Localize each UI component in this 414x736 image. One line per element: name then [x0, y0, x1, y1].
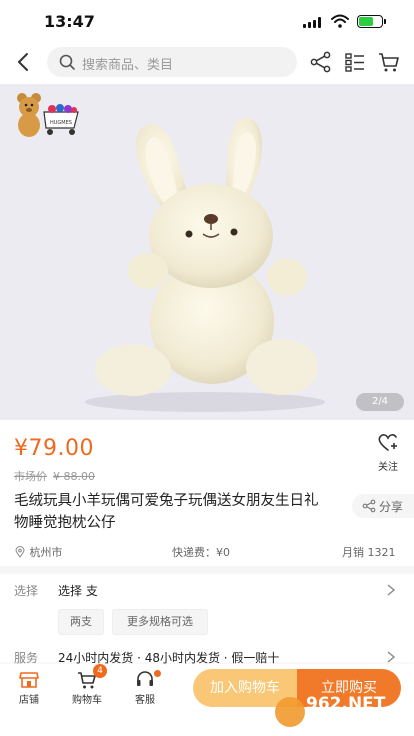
store-icon: [19, 672, 39, 688]
customer-service-label: 客服: [135, 695, 155, 706]
monthly-sales: 月销 1321: [342, 546, 396, 559]
search-icon: [59, 54, 75, 70]
product-price: ¥79.00: [14, 436, 94, 461]
battery-icon: [357, 15, 386, 28]
chevron-right-icon[interactable]: [386, 650, 396, 664]
section-divider: [0, 566, 414, 574]
location-text: 杭州市: [29, 546, 63, 559]
location-pin-icon: [15, 546, 25, 558]
wifi-icon: [331, 14, 349, 28]
notification-dot: [154, 670, 161, 677]
chevron-right-icon[interactable]: [386, 583, 396, 597]
follow-label: 关注: [378, 462, 398, 473]
status-bar: 13:47: [0, 0, 414, 42]
original-price: 市场价 ¥ 88.00: [14, 468, 95, 484]
search-input[interactable]: 搜索商品、类目: [47, 47, 297, 77]
headset-icon: [137, 671, 153, 686]
back-arrow-icon[interactable]: [10, 48, 38, 76]
cart-icon[interactable]: [376, 49, 402, 75]
original-price-label: 市场价: [14, 470, 47, 483]
follow-button[interactable]: 关注: [372, 432, 404, 473]
cart-label: 购物车: [72, 695, 102, 706]
search-placeholder: 搜索商品、类目: [82, 58, 174, 73]
share-label: 分享: [379, 500, 404, 514]
product-title: 毛绒玩具小羊玩偶可爱兔子玩偶送女朋友生日礼物睡觉抱枕公仔: [14, 493, 319, 531]
list-menu-icon[interactable]: [342, 49, 368, 75]
cellular-signal-icon: [303, 17, 321, 28]
image-page-indicator: 2/4: [356, 393, 404, 411]
share-button[interactable]: 分享: [352, 494, 414, 518]
store-button[interactable]: 店铺: [4, 670, 54, 706]
option-chip[interactable]: 两支: [58, 609, 104, 635]
option-chip-more[interactable]: 更多规格可选: [112, 609, 208, 635]
product-image-carousel[interactable]: HUGMES 2/4: [0, 84, 414, 420]
store-label: 店铺: [19, 695, 39, 706]
heart-add-icon: [378, 434, 397, 451]
select-row-value[interactable]: 选择 支: [58, 582, 98, 599]
original-price-value: ¥ 88.00: [53, 470, 95, 483]
cart-badge: 4: [93, 664, 107, 678]
top-navigation: 搜索商品、类目: [0, 44, 414, 80]
cart-button[interactable]: 4 购物车: [62, 664, 112, 706]
share-nodes-icon[interactable]: [308, 49, 334, 75]
customer-service-button[interactable]: 客服: [120, 670, 170, 706]
location: 杭州市: [14, 544, 63, 560]
status-time: 13:47: [44, 12, 95, 31]
watermark-text: 962.NET: [306, 694, 386, 714]
watermark-subtext: 乐游网: [342, 716, 379, 730]
shipping-fee: 快递费：¥0: [172, 546, 230, 559]
select-row-label: 选择: [14, 584, 39, 598]
plush-rabbit-image: [85, 117, 325, 412]
site-watermark: 962.NET 乐游网: [272, 692, 410, 732]
share-icon: [362, 499, 376, 513]
